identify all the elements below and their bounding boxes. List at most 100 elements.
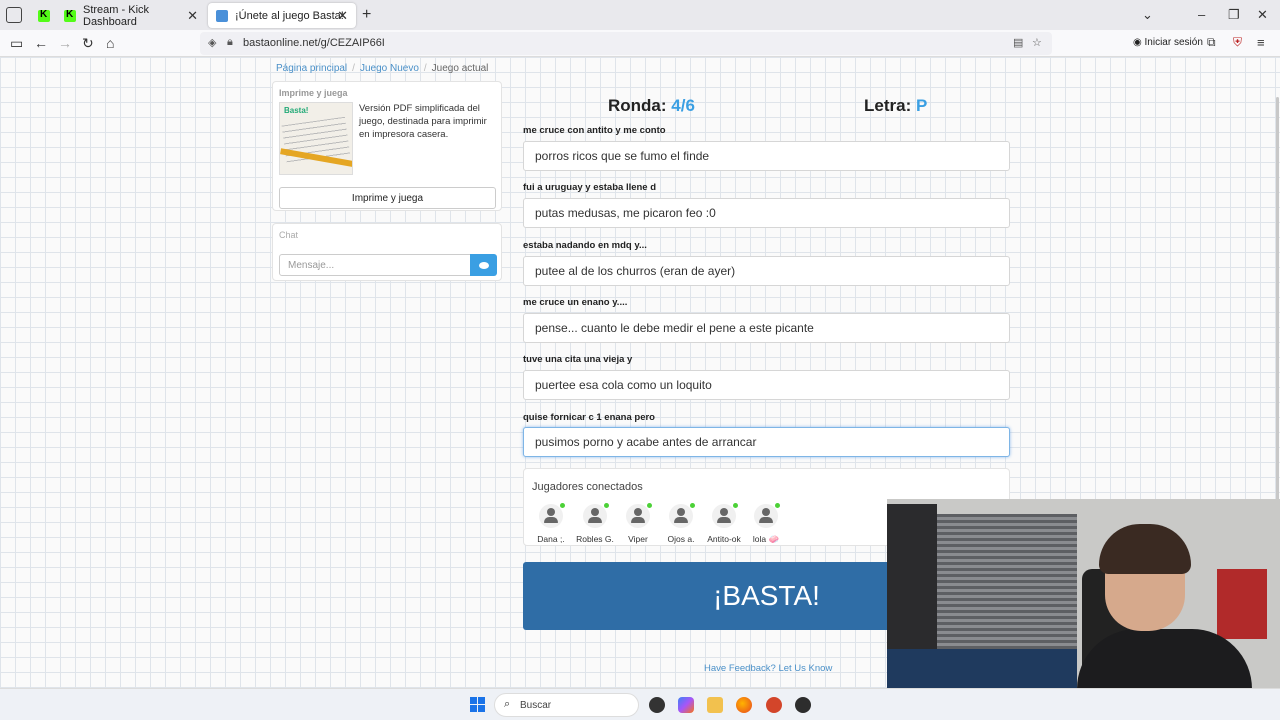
ublock-icon[interactable]: ⛨: [1233, 35, 1242, 50]
round-indicator: Ronda: 4/6: [608, 96, 695, 116]
extensions-icon[interactable]: ⧉: [1207, 35, 1216, 50]
forward-icon[interactable]: →: [58, 35, 72, 51]
tab-kick-dashboard[interactable]: Stream - Kick Dashboard ✕: [56, 3, 206, 28]
player-item[interactable]: Ojos a.: [661, 503, 701, 544]
lock-icon[interactable]: 🔒︎: [227, 36, 233, 49]
signin-button[interactable]: ◉ Iniciar sesión: [1133, 37, 1203, 48]
breadcrumb: Página principal / Juego Nuevo / Juego actua…: [276, 63, 489, 74]
player-name: lola 🧼: [752, 534, 780, 544]
feedback-link[interactable]: Have Feedback? Let Us Know: [704, 663, 832, 674]
copilot-icon[interactable]: [678, 697, 694, 713]
taskbar-search[interactable]: ⌕ Buscar: [494, 693, 639, 717]
question-prompt: fui a uruguay y estaba llene d: [523, 182, 657, 193]
new-tab-icon[interactable]: +: [362, 6, 371, 24]
online-status-dot: [560, 503, 565, 508]
breadcrumb-current: Juego actual: [431, 63, 489, 74]
url-text[interactable]: bastaonline.net/g/CEZAIP66I: [243, 37, 385, 49]
player-item[interactable]: Dana ;.: [531, 503, 571, 544]
app-icon-red[interactable]: [766, 697, 782, 713]
minimize-icon[interactable]: –: [1198, 7, 1205, 22]
sidebar-toggle-icon[interactable]: ▭: [10, 35, 23, 52]
tab-label: ¡Únete al juego Basta!: [235, 9, 344, 22]
tab-label: Stream - Kick Dashboard: [83, 3, 150, 28]
question-prompt: tuve una cita una vieja y: [523, 354, 633, 365]
online-status-dot: [690, 503, 695, 508]
online-status-dot: [647, 503, 652, 508]
answer-input[interactable]: putee al de los churros (eran de ayer): [523, 256, 1010, 286]
print-description: Versión PDF simplificada del juego, dest…: [359, 103, 487, 140]
search-icon: ⌕: [504, 698, 511, 710]
reader-view-icon[interactable]: ▤: [1013, 36, 1023, 49]
basta-favicon-icon: [216, 9, 228, 22]
tab-bar: Stream - Kick Dashboard ✕ ¡Únete al jueg…: [0, 0, 1280, 30]
user-avatar-icon: [712, 503, 738, 528]
webcam-overlay: [887, 499, 1280, 720]
player-item[interactable]: lola 🧼: [746, 503, 786, 545]
player-item[interactable]: Antito-ok: [704, 503, 744, 544]
file-explorer-icon[interactable]: [707, 697, 723, 713]
question-prompt: quise fornicar c 1 enana pero: [523, 412, 655, 423]
user-avatar-icon: [539, 503, 565, 528]
letter-indicator: Letra: P: [864, 96, 927, 116]
close-icon[interactable]: ✕: [337, 8, 348, 24]
players-title: Jugadores conectados: [532, 481, 643, 493]
page-scrollbar[interactable]: [1276, 97, 1279, 557]
user-avatar-icon: [669, 503, 695, 528]
home-icon[interactable]: ⌂: [106, 35, 114, 51]
question-prompt: estaba nadando en mdq y...: [523, 240, 647, 251]
answer-input[interactable]: pense... cuanto le debe medir el pene a …: [523, 313, 1010, 343]
menu-icon[interactable]: ≡: [1257, 35, 1265, 50]
taskbar-search-placeholder: Buscar: [520, 700, 552, 711]
firefox-icon[interactable]: [736, 697, 752, 713]
basta-logo: Basta!: [284, 106, 309, 115]
player-name: Viper: [628, 534, 648, 544]
player-item[interactable]: Robles G.: [575, 503, 615, 544]
user-avatar-icon: [754, 503, 780, 528]
app-icon-g[interactable]: [649, 697, 665, 713]
tab-basta[interactable]: ¡Únete al juego Basta! ✕: [208, 3, 356, 28]
kick-favicon-icon: [64, 9, 76, 22]
breadcrumb-new-game-link[interactable]: Juego Nuevo: [360, 63, 419, 74]
answer-input[interactable]: porros ricos que se fumo el finde: [523, 141, 1010, 171]
chat-bubble-icon: [478, 261, 489, 269]
maximize-icon[interactable]: ❐: [1228, 7, 1240, 23]
window-close-icon[interactable]: ✕: [1257, 7, 1268, 23]
navigation-bar: ▭ ← → ↻ ⌂ ◈ 🔒︎ bastaonline.net/g/CEZAIP6…: [0, 30, 1280, 57]
pdf-thumbnail-image[interactable]: Basta!: [279, 102, 353, 175]
back-icon[interactable]: ←: [34, 35, 48, 51]
kick-favicon-icon: [38, 9, 50, 22]
round-label: Ronda:: [608, 96, 667, 115]
address-bar[interactable]: ◈ 🔒︎ bastaonline.net/g/CEZAIP66I ▤ ☆: [200, 32, 1052, 55]
player-item[interactable]: Viper: [618, 503, 658, 544]
chat-panel: Chat Mensaje...: [272, 223, 502, 281]
round-value: 4/6: [671, 96, 695, 115]
chat-message-input[interactable]: Mensaje...: [279, 254, 471, 276]
bookmark-star-icon[interactable]: ☆: [1032, 36, 1042, 49]
tab-list-chevron-icon[interactable]: ⌄: [1142, 7, 1153, 23]
print-panel: Imprime y juega Basta! Versión PDF simpl…: [272, 81, 502, 211]
player-name: Ojos a.: [667, 534, 695, 544]
print-and-play-button[interactable]: Imprime y juega: [279, 187, 496, 209]
answer-input[interactable]: putas medusas, me picaron feo :0: [523, 198, 1010, 228]
user-avatar-icon: [583, 503, 609, 528]
shield-icon[interactable]: ◈: [208, 36, 216, 49]
reload-icon[interactable]: ↻: [82, 35, 94, 52]
close-icon[interactable]: ✕: [187, 8, 198, 24]
answer-input-focused[interactable]: pusimos porno y acabe antes de arrancar: [523, 427, 1010, 457]
letter-value: P: [915, 96, 928, 115]
chat-send-button[interactable]: [470, 254, 497, 276]
online-status-dot: [604, 503, 609, 508]
signin-label: Iniciar sesión: [1144, 37, 1203, 48]
online-status-dot: [733, 503, 738, 508]
windows-start-icon[interactable]: [470, 697, 485, 712]
tab-overview-icon[interactable]: [6, 7, 22, 23]
player-name: Antito-ok: [707, 534, 741, 544]
print-panel-title: Imprime y juega: [279, 88, 348, 98]
answer-input[interactable]: puertee esa cola como un loquito: [523, 370, 1010, 400]
taskbar: ⌕ Buscar: [0, 688, 1280, 720]
tab-kick-pinned[interactable]: [30, 3, 58, 28]
question-prompt: me cruce un enano y....: [523, 297, 628, 308]
breadcrumb-home-link[interactable]: Página principal: [276, 63, 347, 74]
online-status-dot: [775, 503, 780, 508]
obs-icon[interactable]: [795, 697, 811, 713]
